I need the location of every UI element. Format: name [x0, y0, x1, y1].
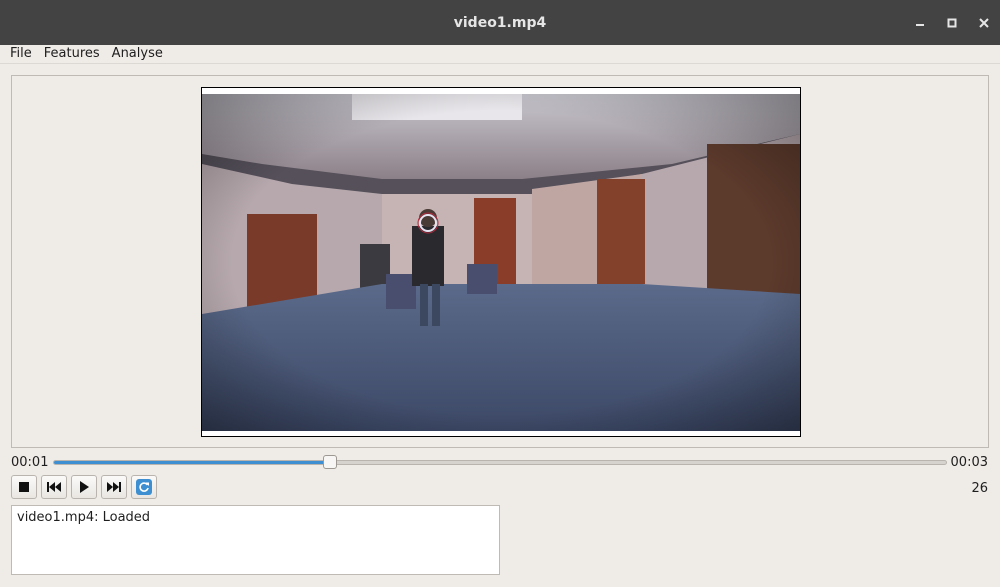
- video-frame[interactable]: [201, 87, 801, 437]
- play-button[interactable]: [71, 475, 97, 499]
- menu-bar: File Features Analyse: [0, 45, 1000, 64]
- log-output[interactable]: video1.mp4: Loaded: [11, 505, 500, 575]
- seek-slider[interactable]: [53, 460, 947, 465]
- menu-features[interactable]: Features: [38, 45, 106, 63]
- maximize-button[interactable]: [936, 7, 968, 39]
- minimize-icon: [916, 23, 924, 26]
- seek-slider-handle[interactable]: [323, 455, 338, 469]
- end-time: 00:03: [950, 455, 988, 470]
- title-bar: video1.mp4: [0, 0, 1000, 45]
- next-button[interactable]: [101, 475, 127, 499]
- reload-button[interactable]: [131, 475, 157, 499]
- frame-number: 26: [971, 481, 988, 496]
- skip-forward-icon: [107, 482, 121, 492]
- close-icon: [979, 17, 989, 28]
- menu-file[interactable]: File: [4, 45, 38, 63]
- refresh-icon: [136, 479, 152, 495]
- minimize-button[interactable]: [904, 7, 936, 39]
- stop-button[interactable]: [11, 475, 37, 499]
- video-image: [202, 94, 800, 431]
- stop-icon: [19, 482, 29, 492]
- playback-controls: [11, 475, 157, 499]
- current-time: 00:01: [11, 455, 49, 470]
- maximize-icon: [947, 18, 957, 27]
- log-text: video1.mp4: Loaded: [17, 510, 151, 525]
- previous-button[interactable]: [41, 475, 67, 499]
- window-title: video1.mp4: [453, 14, 547, 31]
- video-panel: [11, 75, 989, 448]
- close-button[interactable]: [968, 7, 1000, 39]
- seek-slider-fill: [54, 461, 332, 464]
- window-controls: [904, 0, 1000, 45]
- play-icon: [80, 481, 89, 493]
- skip-back-icon: [47, 482, 61, 492]
- menu-analyse[interactable]: Analyse: [106, 45, 169, 63]
